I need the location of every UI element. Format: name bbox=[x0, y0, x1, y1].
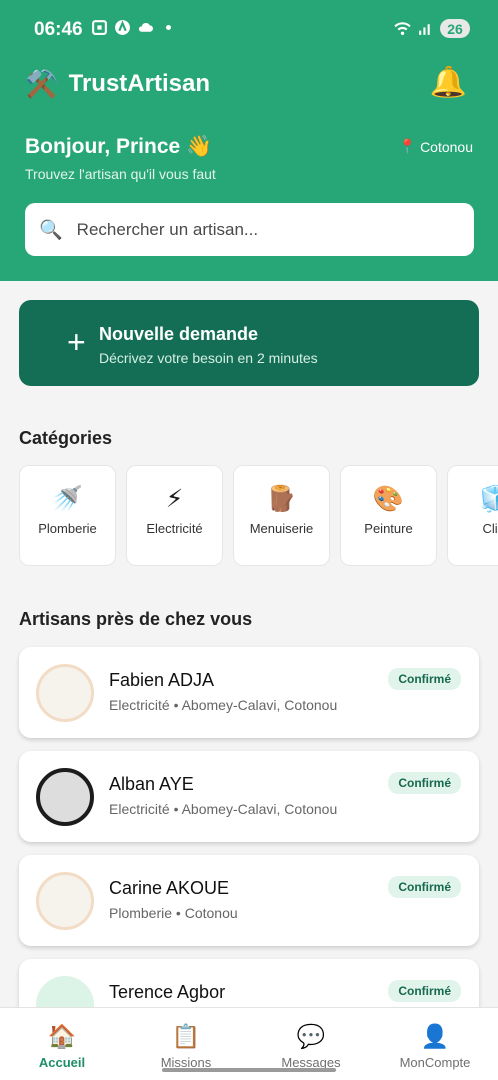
avatar bbox=[36, 664, 94, 722]
location-label: Cotonou bbox=[420, 138, 473, 155]
status-system-icons: 26 bbox=[394, 19, 470, 38]
artisan-meta: Plomberie • Cotonou bbox=[109, 905, 238, 921]
cloud-icon bbox=[138, 23, 153, 32]
category-label: Peinture bbox=[364, 521, 413, 536]
status-badge: Confirmé bbox=[388, 668, 461, 690]
shower-icon: 🚿 bbox=[51, 485, 84, 513]
status-notification-icons bbox=[91, 19, 171, 36]
plus-icon: + bbox=[67, 324, 86, 360]
ice-icon: 🧊 bbox=[479, 485, 498, 513]
artisan-name: Terence Agbor bbox=[109, 982, 226, 1002]
avatar bbox=[36, 768, 94, 826]
artisan-meta: Electricité • Abomey-Calavi, Cotonou bbox=[109, 697, 338, 713]
categories-list[interactable]: 🚿 Plomberie ⚡ Electricité 🪵 Menuiserie 🎨… bbox=[19, 465, 498, 567]
home-indicator[interactable] bbox=[162, 1068, 336, 1072]
chat-icon: 💬 bbox=[296, 1023, 326, 1049]
categories-title: Catégories bbox=[19, 428, 113, 448]
status-time: 06:46 bbox=[34, 19, 83, 40]
artisan-card[interactable]: Alban AYE Electricité • Abomey-Calavi, C… bbox=[19, 751, 479, 842]
artisan-name: Alban AYE bbox=[109, 774, 194, 794]
palette-icon: 🎨 bbox=[372, 485, 405, 513]
wood-log-icon: 🪵 bbox=[265, 485, 298, 513]
app-name: TrustArtisan bbox=[68, 70, 210, 97]
user-icon: 👤 bbox=[420, 1023, 450, 1049]
nav-label: Accueil bbox=[38, 1055, 86, 1070]
clipboard-icon: 📋 bbox=[171, 1023, 201, 1049]
category-label: Electricité bbox=[146, 521, 203, 536]
greeting: Bonjour, Prince 👋 bbox=[25, 135, 213, 158]
artisan-card[interactable]: Fabien ADJA Electricité • Abomey-Calavi,… bbox=[19, 647, 479, 738]
nav-item-missions[interactable]: 📋 Missions bbox=[124, 1022, 248, 1070]
hammer-pick-icon: ⚒️ bbox=[25, 68, 59, 99]
signal-icon bbox=[419, 24, 430, 35]
category-label: Plomberie bbox=[38, 521, 97, 536]
nav-item-messages[interactable]: 💬 Messages bbox=[249, 1022, 373, 1070]
avatar bbox=[36, 872, 94, 930]
greeting-subtitle: Trouvez l'artisan qu'il vous faut bbox=[25, 166, 216, 182]
status-badge: Confirmé bbox=[388, 980, 461, 1002]
category-plomberie[interactable]: 🚿 Plomberie bbox=[19, 465, 116, 566]
artisans-title: Artisans près de chez vous bbox=[19, 609, 253, 629]
battery-indicator: 26 bbox=[440, 19, 470, 38]
nav-label: MonCompte bbox=[399, 1055, 471, 1070]
nav-item-moncompte[interactable]: 👤 MonCompte bbox=[373, 1022, 497, 1070]
new-request-button[interactable]: + Nouvelle demande Décrivez votre besoin… bbox=[19, 300, 479, 386]
brand: ⚒️ TrustArtisan bbox=[25, 70, 210, 98]
category-label: Clim bbox=[482, 521, 498, 536]
nav-item-accueil[interactable]: 🏠 Accueil bbox=[0, 1022, 124, 1070]
screenshot-icon bbox=[92, 20, 107, 35]
search-icon: 🔍 bbox=[39, 219, 63, 241]
artisan-name: Carine AKOUE bbox=[109, 878, 230, 898]
notification-dot-icon bbox=[166, 25, 171, 30]
category-label: Menuiserie bbox=[249, 521, 314, 536]
new-request-title: Nouvelle demande bbox=[99, 324, 259, 344]
status-badge: Confirmé bbox=[388, 876, 461, 898]
category-peinture[interactable]: 🎨 Peinture bbox=[340, 465, 437, 566]
app-header: 06:46 26 ⚒️ TrustArtisan 🔔 Bonjour, Prin… bbox=[0, 0, 498, 281]
location[interactable]: 📍 Cotonou bbox=[399, 138, 473, 155]
pin-icon: 📍 bbox=[398, 138, 417, 154]
lightning-icon: ⚡ bbox=[165, 485, 184, 513]
category-menuiserie[interactable]: 🪵 Menuiserie bbox=[233, 465, 330, 566]
search-input[interactable] bbox=[76, 219, 447, 240]
status-badge: Confirmé bbox=[388, 772, 461, 794]
category-clim[interactable]: 🧊 Clim bbox=[447, 465, 498, 566]
search-bar[interactable]: 🔍 bbox=[25, 203, 474, 256]
category-electricite[interactable]: ⚡ Electricité bbox=[126, 465, 223, 566]
status-bar: 06:46 26 bbox=[0, 0, 498, 58]
home-icon: 🏠 bbox=[47, 1023, 77, 1049]
artisan-meta: Electricité • Abomey-Calavi, Cotonou bbox=[109, 801, 338, 817]
bell-icon[interactable]: 🔔 bbox=[430, 68, 467, 98]
wifi-icon bbox=[394, 22, 411, 35]
app-notification-icon bbox=[115, 20, 130, 35]
artisan-card[interactable]: Carine AKOUE Plomberie • Cotonou Confirm… bbox=[19, 855, 479, 946]
new-request-subtitle: Décrivez votre besoin en 2 minutes bbox=[99, 350, 318, 366]
artisan-name: Fabien ADJA bbox=[109, 670, 215, 690]
